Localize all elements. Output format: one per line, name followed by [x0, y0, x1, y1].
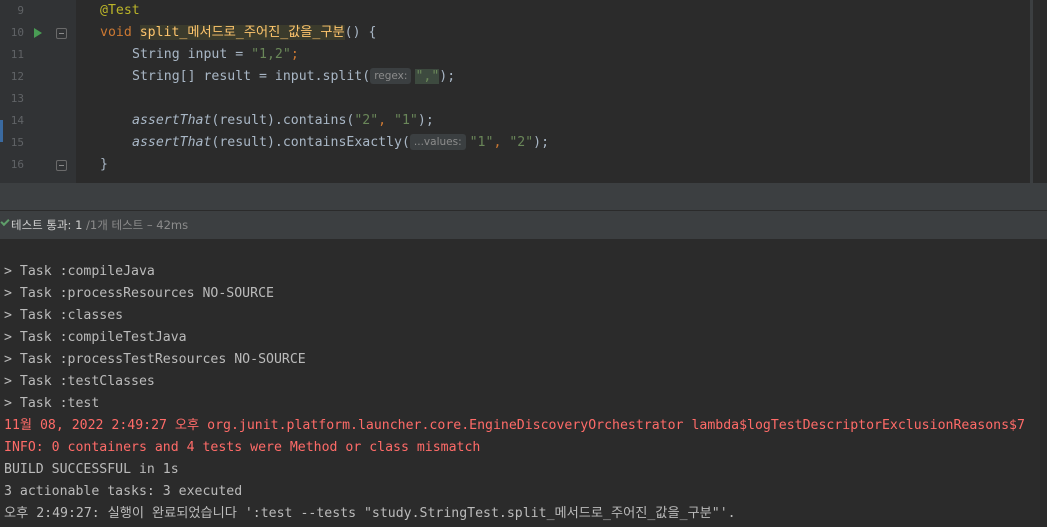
code-line[interactable]: 9 @Test	[0, 0, 1047, 22]
code-text: String input = "1,2";	[132, 47, 299, 62]
code-line[interactable]: 14 assertThat(result).contains("2", "1")…	[0, 110, 1047, 132]
code-line[interactable]: 13	[0, 88, 1047, 110]
console-line: > Task :compileJava	[4, 264, 155, 279]
console-line: > Task :testClasses	[4, 374, 155, 389]
console-line: > Task :compileTestJava	[4, 330, 187, 345]
test-status-sub: /1개 테스트 – 42ms	[82, 218, 189, 232]
test-status-text: 테스트 통과: 1 /1개 테스트 – 42ms	[11, 218, 189, 232]
line-number: 14	[10, 114, 24, 127]
parameter-hint: ...values:	[409, 134, 466, 150]
code-editor[interactable]: 9 @Test 10 void split_메서드로_주어진_값을_구분() {…	[0, 0, 1047, 183]
console-line: > Task :classes	[4, 308, 124, 323]
console-line: > Task :processResources NO-SOURCE	[4, 286, 274, 301]
code-text: assertThat(result).contains("2", "1");	[132, 113, 434, 128]
fold-icon[interactable]	[56, 160, 67, 171]
code-line[interactable]: 16 }	[0, 154, 1047, 176]
check-icon	[0, 216, 10, 227]
line-number: 15	[10, 136, 24, 149]
console-line: > Task :test	[4, 396, 100, 411]
console-line: 3 actionable tasks: 3 executed	[4, 484, 243, 499]
parameter-hint: regex:	[370, 68, 412, 84]
line-number: 11	[10, 48, 24, 61]
code-text: }	[100, 157, 108, 172]
code-text: assertThat(result).containsExactly(...va…	[132, 134, 550, 150]
code-line[interactable]: 12 String[] result = input.split(regex: "…	[0, 66, 1047, 88]
console-error-line: INFO: 0 containers and 4 tests were Meth…	[4, 440, 481, 455]
line-number: 16	[10, 158, 24, 171]
panel-splitter[interactable]	[0, 183, 1047, 210]
line-number: 9	[17, 4, 24, 17]
code-text: String[] result = input.split(regex: ",")…	[132, 68, 456, 84]
fold-icon[interactable]	[56, 28, 67, 39]
code-text: @Test	[100, 3, 140, 18]
console-error-line: 11월 08, 2022 2:49:27 오후 org.junit.platfo…	[4, 418, 1025, 433]
test-status-bar: 테스트 통과: 1 /1개 테스트 – 42ms	[0, 211, 1047, 239]
code-text: void split_메서드로_주어진_값을_구분() {	[100, 25, 377, 40]
line-number: 12	[10, 70, 24, 83]
run-console[interactable]: > Task :compileJava > Task :processResou…	[0, 239, 1047, 527]
run-test-icon[interactable]	[34, 28, 42, 38]
code-line[interactable]: 10 void split_메서드로_주어진_값을_구분() {	[0, 22, 1047, 44]
code-line[interactable]: 15 assertThat(result).containsExactly(..…	[0, 132, 1047, 154]
line-number: 13	[10, 92, 24, 105]
console-line: 오후 2:49:27: 실행이 완료되었습니다 ':test --tests "…	[4, 506, 736, 521]
method-name: split_메서드로_주어진_값을_구분	[139, 25, 345, 40]
console-line: BUILD SUCCESSFUL in 1s	[4, 462, 179, 477]
console-line: > Task :processTestResources NO-SOURCE	[4, 352, 306, 367]
line-number: 10	[10, 26, 24, 39]
code-line[interactable]: 11 String input = "1,2";	[0, 44, 1047, 66]
